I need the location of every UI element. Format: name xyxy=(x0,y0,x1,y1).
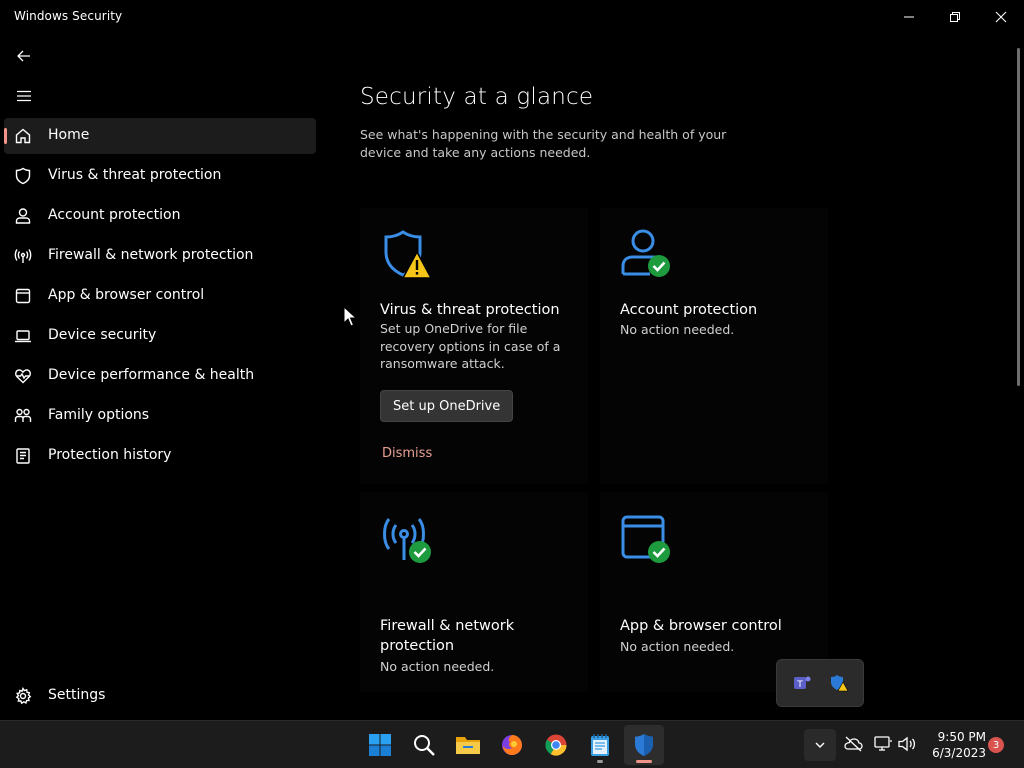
close-button[interactable] xyxy=(978,0,1024,34)
clock-time: 9:50 PM xyxy=(937,730,986,744)
sidebar-item-device-performance[interactable]: Device performance & health xyxy=(4,358,316,394)
notification-badge[interactable]: 3 xyxy=(988,737,1004,753)
settings-label: Settings xyxy=(48,687,106,703)
sidebar-item-label: Family options xyxy=(48,407,150,423)
card-title: Account protection xyxy=(620,302,758,318)
sidebar-item-label: Device performance & health xyxy=(48,367,255,383)
browser-window-icon xyxy=(14,287,32,305)
svg-text:T: T xyxy=(796,680,803,690)
hamburger-icon xyxy=(17,90,31,102)
laptop-icon xyxy=(14,327,32,345)
family-icon xyxy=(14,407,32,425)
setup-onedrive-button[interactable]: Set up OneDrive xyxy=(380,390,514,422)
clock-date: 6/3/2023 xyxy=(932,746,986,760)
browser-check-icon xyxy=(620,514,676,570)
sidebar-item-protection-history[interactable]: Protection history xyxy=(4,438,316,474)
start-icon[interactable] xyxy=(360,725,400,765)
card-virus-threat[interactable]: Virus & threat protection Set up OneDriv… xyxy=(360,208,588,484)
sidebar: Home Virus & threat protection Account p… xyxy=(0,34,322,720)
gear-icon xyxy=(14,687,32,705)
main-content: Security at a glance See what's happenin… xyxy=(336,34,1020,720)
notepad-icon[interactable] xyxy=(580,725,620,765)
dismiss-link[interactable]: Dismiss xyxy=(382,446,432,461)
window-title: Windows Security xyxy=(14,9,123,23)
onedrive-offline-icon[interactable] xyxy=(842,733,864,755)
chrome-icon[interactable] xyxy=(536,725,576,765)
volume-icon[interactable] xyxy=(896,733,918,755)
card-description: No action needed. xyxy=(620,322,735,337)
show-hidden-icons-button[interactable] xyxy=(804,729,836,761)
sidebar-item-app-browser[interactable]: App & browser control xyxy=(4,278,316,314)
restore-button[interactable] xyxy=(932,0,978,34)
sidebar-item-label: Device security xyxy=(48,327,157,343)
taskbar: 9:50 PM 6/3/2023 3 xyxy=(0,720,1024,768)
close-icon xyxy=(995,11,1007,23)
mouse-cursor-icon xyxy=(343,305,358,332)
card-account-protection[interactable]: Account protection No action needed. xyxy=(600,208,828,484)
menu-toggle-button[interactable] xyxy=(10,82,38,110)
back-button[interactable] xyxy=(10,42,38,70)
sidebar-item-device-security[interactable]: Device security xyxy=(4,318,316,354)
hidden-icons-flyout: T xyxy=(776,659,864,707)
page-title: Security at a glance xyxy=(360,84,594,110)
card-description: No action needed. xyxy=(380,659,495,674)
clock[interactable]: 9:50 PM 6/3/2023 xyxy=(918,729,986,761)
card-firewall[interactable]: Firewall & network protection No action … xyxy=(360,492,588,692)
teams-icon[interactable]: T xyxy=(791,672,813,694)
card-title: Firewall & network protection xyxy=(380,618,515,654)
windows-security-icon[interactable] xyxy=(624,725,664,765)
running-indicator xyxy=(597,760,603,763)
search-icon[interactable] xyxy=(404,725,444,765)
sidebar-item-label: Account protection xyxy=(48,207,181,223)
sidebar-item-label: Protection history xyxy=(48,447,172,463)
antenna-check-icon xyxy=(380,514,436,570)
sidebar-item-home[interactable]: Home xyxy=(4,118,316,154)
minimize-icon xyxy=(904,16,914,18)
page-subtitle: See what's happening with the security a… xyxy=(360,127,727,160)
main-scrollbar[interactable] xyxy=(1017,48,1020,386)
card-description: Set up OneDrive for file recovery option… xyxy=(380,321,561,371)
file-explorer-icon[interactable] xyxy=(448,725,488,765)
firefox-icon[interactable] xyxy=(492,725,532,765)
security-warning-tray-icon[interactable] xyxy=(828,672,850,694)
restore-icon xyxy=(950,12,960,22)
sidebar-item-account[interactable]: Account protection xyxy=(4,198,316,234)
shield-icon xyxy=(14,167,32,185)
home-icon xyxy=(14,127,32,145)
chevron-down-icon xyxy=(815,742,825,748)
card-description: No action needed. xyxy=(620,639,735,654)
card-title: App & browser control xyxy=(620,618,782,634)
person-check-icon xyxy=(620,228,676,284)
minimize-button[interactable] xyxy=(886,0,932,34)
back-arrow-icon xyxy=(17,50,30,62)
sidebar-item-virus-threat[interactable]: Virus & threat protection xyxy=(4,158,316,194)
active-indicator xyxy=(636,760,652,763)
sidebar-item-label: Virus & threat protection xyxy=(48,167,222,183)
card-title: Virus & threat protection xyxy=(380,302,560,318)
sidebar-item-family[interactable]: Family options xyxy=(4,398,316,434)
shield-warning-icon xyxy=(380,228,436,284)
network-icon[interactable] xyxy=(872,733,894,755)
sidebar-nav: Home Virus & threat protection Account p… xyxy=(4,118,316,478)
antenna-icon xyxy=(14,247,32,265)
sidebar-item-label: Home xyxy=(48,127,90,143)
sidebar-item-label: Firewall & network protection xyxy=(48,247,254,263)
sidebar-item-label: App & browser control xyxy=(48,287,205,303)
person-icon xyxy=(14,207,32,225)
heart-pulse-icon xyxy=(14,367,32,385)
sidebar-item-settings[interactable]: Settings xyxy=(4,678,316,714)
history-icon xyxy=(14,447,32,465)
sidebar-item-firewall[interactable]: Firewall & network protection xyxy=(4,238,316,274)
title-bar: Windows Security xyxy=(0,0,1024,34)
